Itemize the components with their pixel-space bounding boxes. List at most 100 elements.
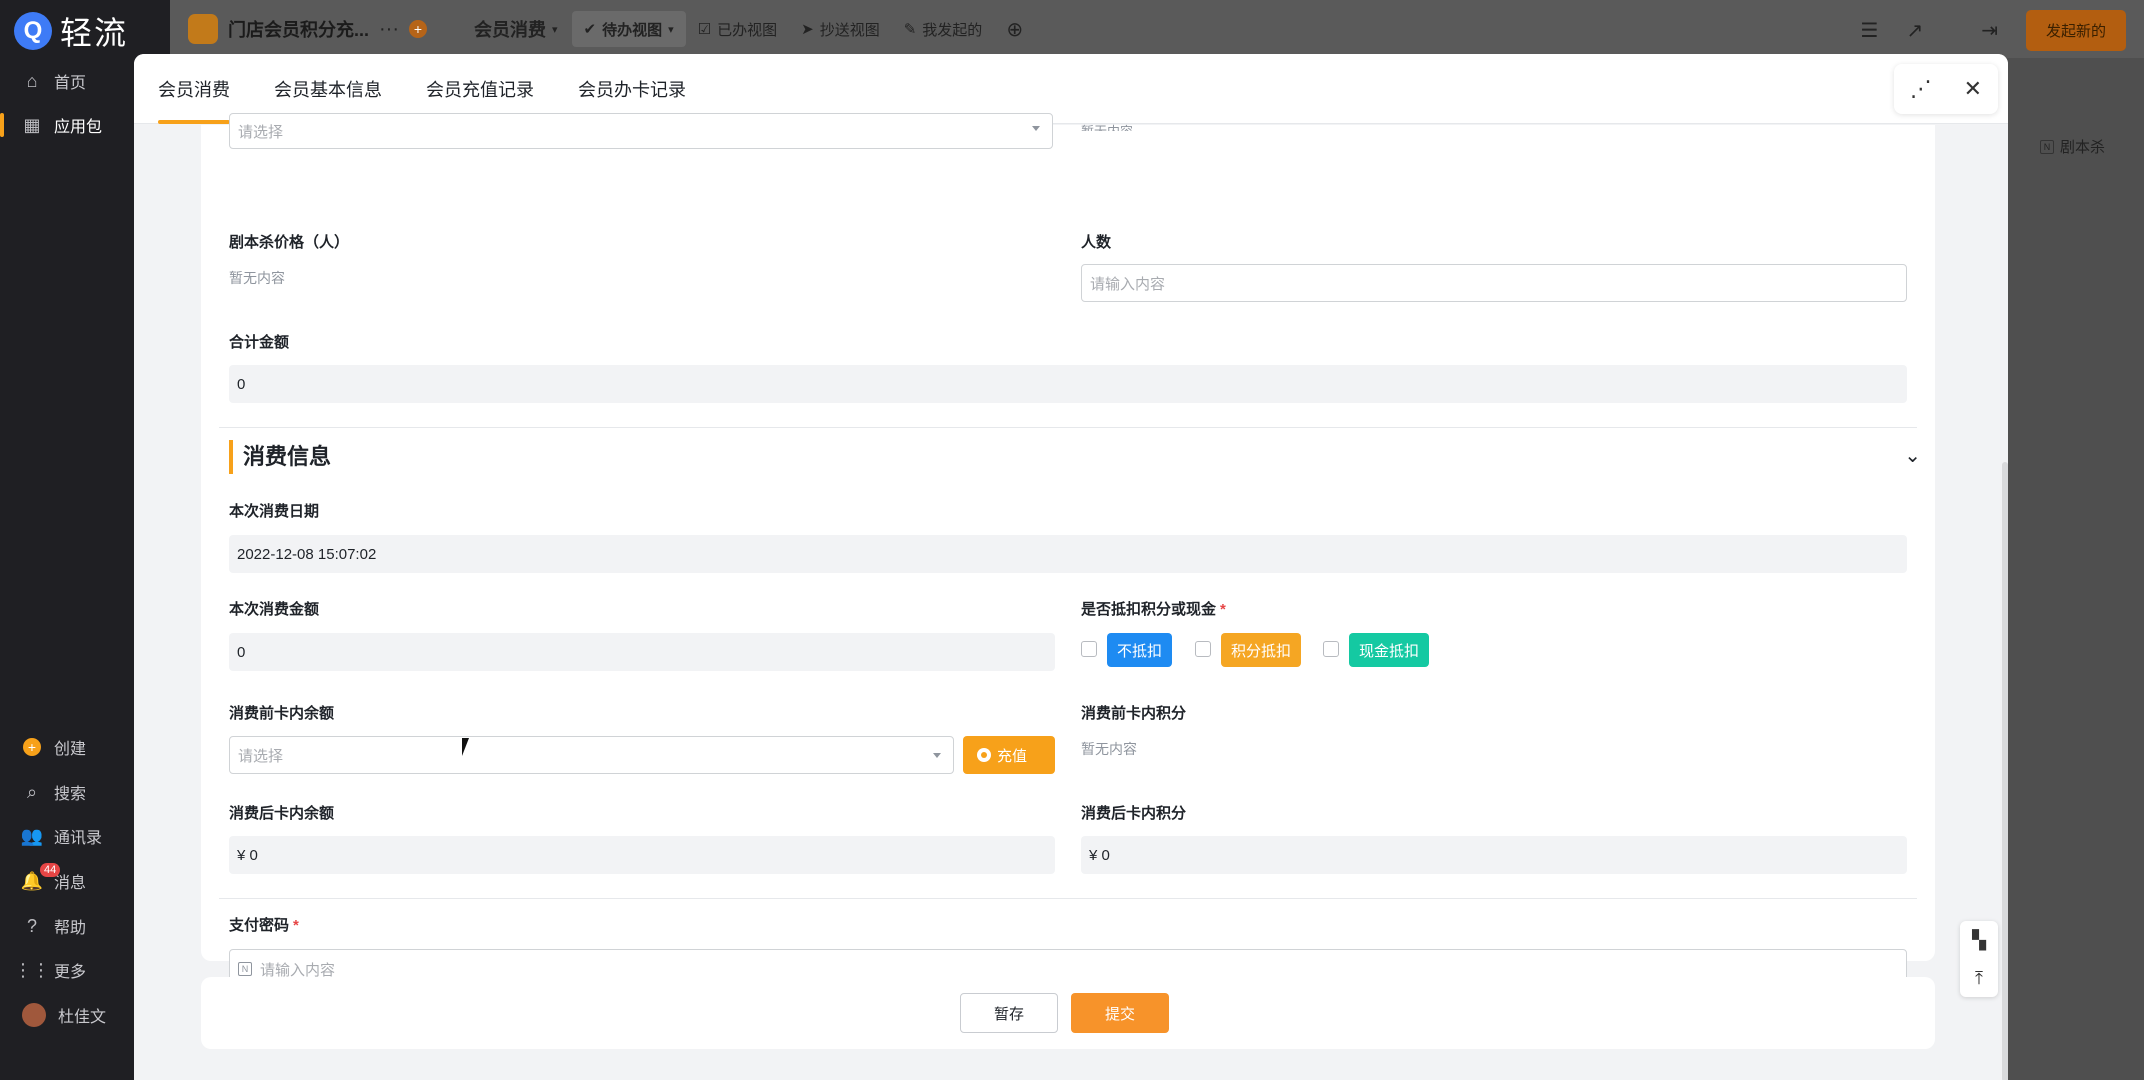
more-dots-icon: ⋮⋮ [14,959,50,980]
bell-icon: 🔔 [20,870,44,891]
divider [219,898,1917,899]
total-amount-value: 0 [229,365,1907,403]
search-icon: ⌕ [26,781,38,802]
start-new-button[interactable]: 发起新的 [2025,10,2126,51]
mouse-cursor-icon [462,738,469,756]
people-input[interactable]: 请输入内容 [1081,264,1907,302]
modal-scrollbar[interactable] [2002,462,2008,1080]
contacts-icon: 👥 [20,825,44,846]
recharge-button[interactable]: 充值 [963,736,1055,774]
tab-pending-view[interactable]: ✔ 待办视图 ▾ [571,11,686,47]
recharge-icon [977,748,991,762]
tab-cc-view[interactable]: ➤ 抄送视图 [789,19,892,40]
top-select[interactable]: 请选择 [229,113,1053,149]
share-icon[interactable]: ⋰ [1910,76,1932,102]
consume-date-label: 本次消费日期 [229,503,320,520]
divider [219,427,1917,428]
tab-done-view[interactable]: ☑ 已办视图 [686,19,789,40]
recharge-label: 充值 [997,747,1028,765]
sidebar-item-label: 创建 [54,741,87,758]
sidebar-item-label: 应用包 [54,119,103,136]
deduct-label: 是否抵扣积分或现金 * [1081,598,1226,619]
app-logo[interactable]: Q 轻流 [14,8,128,54]
home-icon: ⌂ [26,70,38,91]
modal-content: 请选择 暂无内容 剧本杀价格（人） 暂无内容 人数 请输入内容 合计金额 0 消… [134,113,2008,1080]
app-name: 门店会员积分充... [228,20,370,40]
plus-circle-icon: ⊕ [1006,18,1024,41]
save-draft-button[interactable]: 暂存 [960,993,1058,1033]
top-right-value: 暂无内容 [1081,121,1133,131]
submit-button[interactable]: 提交 [1071,993,1169,1033]
logo-mark: Q [14,12,52,50]
tab-initiated-view[interactable]: ✎ 我发起的 [892,19,995,40]
balance-after-value: ¥ 0 [229,836,1055,874]
list-icon[interactable]: ☰ [1861,18,1879,43]
chevron-down-icon: ▾ [668,23,674,36]
option-points-deduct[interactable]: 积分抵扣 [1221,633,1302,667]
form-switcher[interactable]: 会员消费 ▾ [460,0,572,58]
total-amount-label: 合计金额 [229,334,290,351]
message-count-badge: 44 [40,863,61,877]
action-bar: 暂存 提交 [201,977,1935,1049]
points-before-value: 暂无内容 [1081,741,1137,757]
sidebar-item-label: 搜索 [54,786,87,803]
qrcode-icon[interactable]: ▚ [1972,930,1986,951]
option-no-deduct[interactable]: 不抵扣 [1107,633,1173,667]
send-icon: ➤ [801,21,814,38]
modal-tools: ⋰ ✕ [1894,64,1998,114]
close-icon[interactable]: ✕ [1964,76,1982,102]
more-icon[interactable]: ··· [379,18,399,41]
script-price-value: 暂无内容 [229,270,285,286]
select-placeholder: 请选择 [238,747,284,765]
points-after-label: 消费后卡内积分 [1081,805,1187,822]
view-label: 已办视图 [717,21,778,39]
add-icon[interactable]: + [409,20,427,38]
floating-tools: ▚ ⤒ [1960,921,1998,997]
export-icon[interactable]: ⇥ [1981,18,1998,43]
balance-before-select[interactable]: 请选择 [229,736,954,774]
top-bar-right: ☰ ↗ ⇥ 发起新的 [1861,10,2126,51]
chevron-down-icon: ▾ [552,23,558,36]
document-icon: ✎ [903,21,917,38]
sidebar-item-label: 帮助 [54,920,87,937]
collapse-chevron-icon[interactable]: ⌄ [1904,443,1921,468]
chevron-down-icon [933,753,941,758]
checkbox-no-deduct[interactable] [1081,641,1097,657]
number-field-icon: N [2040,139,2054,154]
tab-member-consume[interactable]: 会员消费 [158,54,230,124]
logo-text: 轻流 [60,15,129,51]
current-form-label: 会员消费 [474,20,546,40]
check-circle-icon: ✔ [583,21,597,38]
app-title-area[interactable]: 门店会员积分充... ··· + [170,14,460,44]
top-bar: 门店会员积分充... ··· + 会员消费 ▾ ✔ 待办视图 ▾ ☑ 已办视图 … [170,0,2144,58]
required-mark: * [293,917,299,934]
password-label-text: 支付密码 [229,917,290,934]
chevron-down-icon [1032,126,1040,131]
board-column-header: N 剧本杀 [2040,136,2105,157]
back-to-top-icon[interactable]: ⤒ [1975,968,1983,989]
deduct-label-text: 是否抵扣积分或现金 [1081,601,1217,618]
checkbox-cash-deduct[interactable] [1323,641,1339,657]
checkbox-points-deduct[interactable] [1195,641,1211,657]
balance-after-label: 消费后卡内余额 [229,805,335,822]
number-field-icon: N [238,962,252,976]
chart-icon[interactable]: ↗ [1906,18,1923,43]
app-icon [188,14,218,44]
consume-amount-value: 0 [229,633,1055,671]
view-label: 我发起的 [922,21,983,39]
points-after-value: ¥ 0 [1081,836,1907,874]
sidebar-item-label: 首页 [54,75,87,92]
add-view-button[interactable]: ⊕ [994,17,1035,42]
section-title: 消费信息 [229,440,331,474]
balance-before-label: 消费前卡内余额 [229,705,335,722]
script-price-label: 剧本杀价格（人） [229,234,350,251]
option-cash-deduct[interactable]: 现金抵扣 [1349,633,1430,667]
required-mark: * [1220,601,1226,618]
record-modal: 会员消费 会员基本信息 会员充值记录 会员办卡记录 ⋰ ✕ 请选择 暂无内容 剧… [134,54,2008,1080]
plus-circle-icon: + [22,737,42,757]
view-label: 待办视图 [602,21,663,39]
consume-amount-label: 本次消费金额 [229,601,320,618]
select-placeholder: 请选择 [238,123,284,141]
password-label: 支付密码 * [229,914,299,935]
board-column-label: 剧本杀 [2060,139,2106,156]
